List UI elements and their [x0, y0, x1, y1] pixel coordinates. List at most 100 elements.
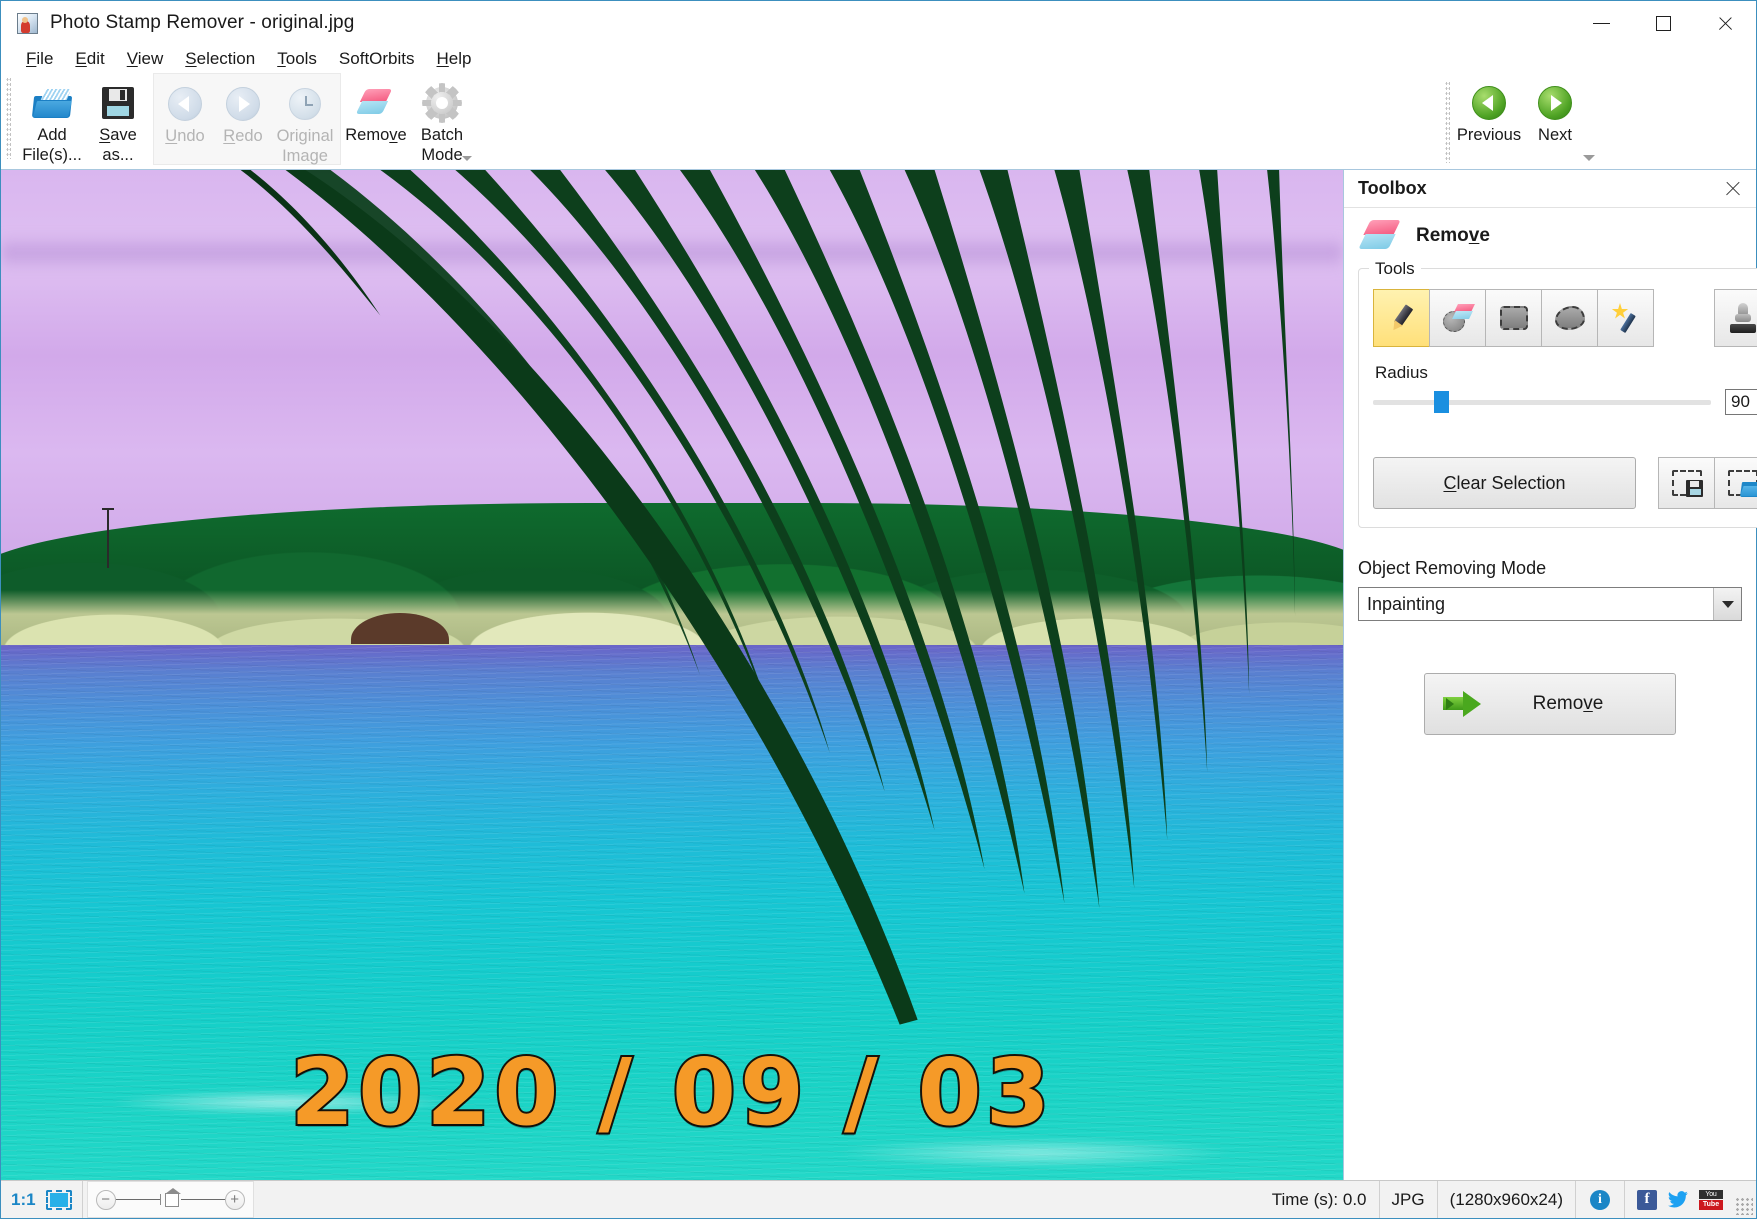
image-canvas[interactable]: 2020 / 09 / 03 [1, 169, 1343, 1180]
status-bar: 1:1 − + Time (s): 0.0 JPG (1280x960x24) … [1, 1180, 1756, 1218]
open-folder-icon [33, 83, 71, 123]
zoom-slider-tick [160, 1194, 161, 1205]
file-toolbar-group: Add File(s)... Save as... [17, 73, 153, 165]
original-image-button[interactable]: Original Image [272, 78, 338, 166]
social-links: f You Tube [1625, 1181, 1735, 1218]
history-toolbar-group: Undo Redo Original Image [153, 73, 341, 165]
window-controls [1570, 1, 1756, 45]
eraser-tool-button[interactable] [1429, 289, 1486, 347]
marquee-rectangle-icon [1500, 306, 1528, 330]
previous-label: Previous [1456, 125, 1522, 145]
fit-to-screen-icon[interactable] [46, 1190, 72, 1210]
next-label: Next [1522, 125, 1588, 145]
menu-view[interactable]: View [116, 47, 175, 71]
batch-mode-label-line1: Batch [421, 126, 463, 144]
remove-toolbar-button[interactable]: Remove [343, 77, 409, 165]
facebook-icon[interactable]: f [1637, 1190, 1657, 1210]
rectangle-select-tool-button[interactable] [1485, 289, 1542, 347]
zoom-slider[interactable]: − + [87, 1181, 254, 1218]
batch-mode-button[interactable]: Batch Mode [409, 77, 475, 165]
radius-slider-thumb[interactable] [1434, 391, 1449, 413]
zoom-controls: 1:1 [1, 1181, 83, 1218]
menu-view-rest: iew [138, 49, 164, 68]
main-toolbar: Add File(s)... Save as... Undo [1, 73, 1756, 169]
clone-stamp-tool-button[interactable] [1714, 289, 1757, 347]
resize-grip[interactable] [1735, 1197, 1753, 1215]
menu-file[interactable]: File [15, 47, 64, 71]
close-icon [1717, 15, 1734, 32]
zoom-in-button[interactable]: + [225, 1190, 245, 1210]
object-removing-mode-label: Object Removing Mode [1358, 558, 1742, 579]
tool-buttons-row [1373, 289, 1757, 347]
maximize-button[interactable] [1632, 1, 1694, 45]
eraser-disc-icon [1443, 304, 1473, 332]
tools-group: Tools [1358, 268, 1757, 528]
save-as-button[interactable]: Save as... [85, 77, 151, 165]
menu-selection[interactable]: Selection [174, 47, 266, 71]
previous-image-button[interactable]: Previous [1456, 77, 1522, 165]
photo-island [1, 508, 1343, 649]
menu-file-rest: ile [36, 49, 53, 68]
lasso-select-tool-button[interactable] [1541, 289, 1598, 347]
save-as-label-line2: as... [102, 146, 133, 164]
arrow-left-circle-icon [168, 84, 202, 124]
remove-action-section: Remove [1344, 673, 1756, 735]
nav-group-grip[interactable] [1445, 81, 1450, 163]
minimize-button[interactable] [1570, 1, 1632, 45]
add-files-label-line2: File(s)... [22, 146, 82, 164]
youtube-icon[interactable]: You Tube [1699, 1190, 1723, 1210]
magic-wand-tool-button[interactable] [1597, 289, 1654, 347]
toolbar-overflow-caret[interactable] [461, 151, 473, 161]
gear-icon [426, 83, 458, 123]
toolbox-close-icon[interactable] [1722, 178, 1744, 200]
remove-button-label: Remove [1487, 693, 1649, 715]
window-title: Photo Stamp Remover - original.jpg [50, 12, 354, 34]
twitter-icon[interactable] [1667, 1191, 1689, 1209]
green-double-arrow-icon [1443, 691, 1487, 717]
date-watermark: 2020 / 09 / 03 [1, 1039, 1343, 1146]
batch-mode-label-line2: Mode [421, 146, 462, 164]
chevron-down-icon[interactable] [1713, 588, 1741, 620]
title-bar: Photo Stamp Remover - original.jpg [1, 1, 1756, 45]
menu-bar: File Edit View Selection Tools SoftOrbit… [1, 45, 1756, 73]
menu-softorbits[interactable]: SoftOrbits [328, 47, 426, 71]
maximize-icon [1656, 16, 1671, 31]
menu-tools[interactable]: Tools [266, 47, 328, 71]
minimize-icon [1593, 23, 1610, 24]
radius-slider-track [1373, 400, 1711, 405]
toolbar-grip[interactable] [6, 77, 11, 159]
object-removing-mode-select[interactable]: Inpainting [1358, 587, 1742, 621]
add-files-label-line1: Add [37, 126, 66, 144]
close-button[interactable] [1694, 1, 1756, 45]
eraser-icon [359, 83, 393, 123]
tools-group-label: Tools [1369, 259, 1421, 279]
radius-value-input[interactable]: 90 [1725, 389, 1757, 415]
toolbox-panel: Toolbox Remove Tools [1343, 169, 1756, 1180]
status-spacer [254, 1181, 1260, 1218]
photo-image: 2020 / 09 / 03 [1, 170, 1343, 1180]
clock-history-icon [289, 84, 321, 124]
stamp-icon [1729, 303, 1757, 333]
load-selection-button[interactable] [1714, 457, 1757, 509]
selection-io-buttons [1658, 457, 1757, 509]
save-selection-button[interactable] [1658, 457, 1715, 509]
menu-help[interactable]: Help [426, 47, 483, 71]
zoom-slider-track-left [116, 1199, 160, 1200]
zoom-ratio-button[interactable]: 1:1 [11, 1190, 36, 1210]
redo-button[interactable]: Redo [214, 78, 272, 166]
menu-selection-rest: election [197, 49, 256, 68]
add-files-button[interactable]: Add File(s)... [19, 77, 85, 165]
radius-slider[interactable] [1373, 391, 1711, 413]
next-image-button[interactable]: Next [1522, 77, 1588, 165]
zoom-slider-thumb[interactable] [165, 1193, 179, 1207]
menu-edit[interactable]: Edit [64, 47, 115, 71]
nav-overflow-caret[interactable] [1582, 153, 1596, 163]
info-icon[interactable]: i [1590, 1190, 1610, 1210]
undo-button[interactable]: Undo [156, 78, 214, 166]
pencil-icon [1387, 303, 1417, 333]
pencil-tool-button[interactable] [1373, 289, 1430, 347]
zoom-out-button[interactable]: − [96, 1190, 116, 1210]
remove-button[interactable]: Remove [1424, 673, 1676, 735]
clear-selection-button[interactable]: Clear Selection [1373, 457, 1636, 509]
original-image-label-line2: Image [282, 147, 328, 165]
